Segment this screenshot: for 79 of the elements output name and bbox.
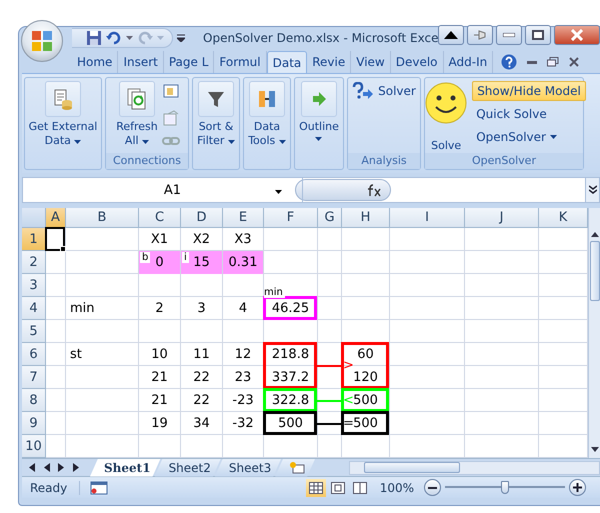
cell-text: 218.8 — [272, 346, 310, 362]
sheet-tab[interactable]: Sheet1 — [90, 458, 161, 476]
ribbon-button[interactable]: Refresh All — [114, 81, 160, 153]
column-header[interactable]: G — [318, 208, 342, 228]
cell-text: 337.2 — [272, 370, 310, 384]
constraint-sign: < — [343, 394, 354, 407]
ribbon-button[interactable]: Show/Hide Model — [472, 81, 586, 101]
row-header[interactable]: 8 — [22, 389, 46, 412]
solver-button[interactable]: Solver — [348, 81, 420, 101]
column-header[interactable]: B — [66, 208, 139, 228]
cell-text: 22 — [193, 370, 210, 384]
cell-tag: i — [182, 252, 189, 263]
cell-text: 322.8 — [272, 392, 310, 408]
solve-button[interactable]: Solve — [422, 81, 470, 153]
column-header[interactable]: F — [264, 208, 318, 228]
group-label: OpenSolver — [425, 153, 583, 169]
column-header[interactable]: E — [223, 208, 264, 228]
column-header[interactable]: J — [465, 208, 539, 228]
zoom-level: 100% — [380, 480, 414, 494]
row-header[interactable]: 3 — [22, 274, 46, 297]
constraint-sign: = — [343, 417, 354, 430]
row-header[interactable]: 10 — [22, 435, 46, 458]
row-header[interactable]: 9 — [22, 412, 46, 435]
group-label: Connections — [106, 153, 188, 169]
column-header[interactable]: K — [539, 208, 588, 228]
column-header[interactable]: H — [342, 208, 390, 228]
sheet-tab[interactable]: Sheet2 — [154, 458, 221, 476]
cell-text: -23 — [232, 392, 254, 408]
cell-text: 34 — [193, 416, 210, 430]
column-header[interactable]: C — [139, 208, 181, 228]
cell-text: X1 — [150, 232, 168, 246]
cell-text: X3 — [234, 232, 252, 246]
constraint-sign: > — [343, 359, 354, 372]
cell-text: 22 — [193, 392, 210, 408]
ribbon-button[interactable]: Sort & Filter — [195, 81, 237, 153]
row-header[interactable]: 6 — [22, 343, 46, 366]
sheet-tab[interactable]: Sheet3 — [214, 458, 282, 476]
ribbon-button[interactable]: Get External Data — [26, 81, 100, 153]
cell-text: 11 — [193, 346, 210, 362]
row-header[interactable]: 1 — [22, 228, 46, 251]
cell-text: 12 — [234, 346, 252, 362]
cell-text: 3 — [197, 300, 206, 316]
ribbon-button[interactable]: Quick Solve — [472, 104, 586, 124]
row-header[interactable]: 5 — [22, 320, 46, 343]
row-header[interactable]: 2 — [22, 251, 46, 274]
cell-tag: b — [140, 252, 150, 263]
cell-text: 500 — [278, 416, 303, 430]
ribbon-button[interactable]: OpenSolver — [472, 127, 586, 147]
cell-text: 60 — [357, 346, 374, 362]
column-header[interactable]: A — [46, 208, 66, 228]
status-text: Ready — [22, 480, 80, 494]
window-title: OpenSolver Demo.xlsx - Microsoft Exce — [203, 31, 438, 45]
cell-text: 19 — [151, 416, 168, 430]
ribbon-tab[interactable]: Data — [266, 51, 308, 73]
cell-text: X2 — [192, 232, 210, 246]
column-header[interactable]: D — [181, 208, 223, 228]
cell-text: st — [70, 346, 82, 362]
cell-text: -32 — [232, 416, 254, 430]
row-header[interactable]: 4 — [22, 297, 46, 320]
cell-text: 0.31 — [228, 254, 258, 270]
cell-text: 2 — [155, 300, 164, 316]
cell-text: 0 — [155, 254, 164, 270]
cell-text: 120 — [353, 370, 378, 384]
cell-text: 23 — [234, 370, 252, 384]
row-header[interactable]: 7 — [22, 366, 46, 389]
ribbon-button[interactable]: Data Tools — [246, 81, 288, 153]
cell-text: 21 — [151, 370, 168, 384]
ribbon-button[interactable]: Outline — [297, 81, 341, 153]
cell-text: 500 — [353, 416, 378, 430]
column-header[interactable]: I — [390, 208, 465, 228]
cell-text: 500 — [353, 392, 378, 408]
group-label: Analysis — [348, 153, 420, 169]
cell-text: 21 — [151, 392, 168, 408]
cell-text: 46.25 — [272, 300, 310, 316]
cell-text: 10 — [151, 346, 168, 362]
cell-text: 15 — [193, 254, 210, 270]
cell-text: 4 — [238, 300, 248, 316]
outline-label: min — [264, 287, 285, 298]
cell-text: min — [70, 300, 95, 316]
